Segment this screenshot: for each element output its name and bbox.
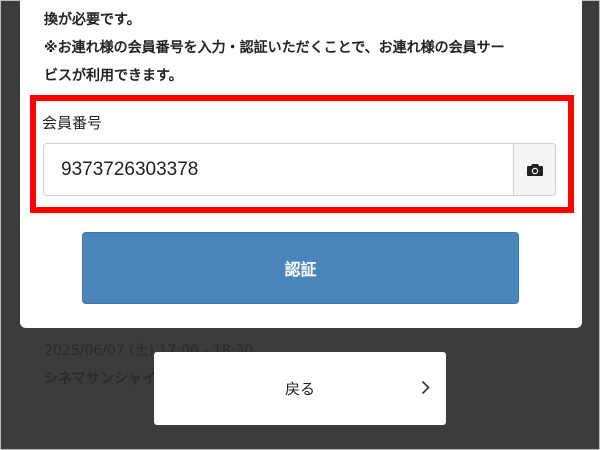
notice-line-1: 換が必要です。	[44, 12, 141, 28]
notice-text: 換が必要です。 ※お連れ様の会員番号を入力・認証いただくことで、お連れ様の会員サ…	[44, 6, 564, 90]
notice-line-3: ビスが利用できます。	[44, 68, 183, 84]
screening-theater: シネマサンシャイ	[44, 371, 156, 387]
highlight-box	[30, 95, 574, 213]
notice-line-2: ※お連れ様の会員番号を入力・認証いただくことで、お連れ様の会員サー	[44, 40, 505, 56]
back-button[interactable]: 戻る	[154, 352, 446, 425]
back-button-label: 戻る	[284, 380, 315, 398]
auth-button[interactable]: 認証	[82, 232, 519, 304]
chevron-right-icon	[421, 380, 430, 395]
